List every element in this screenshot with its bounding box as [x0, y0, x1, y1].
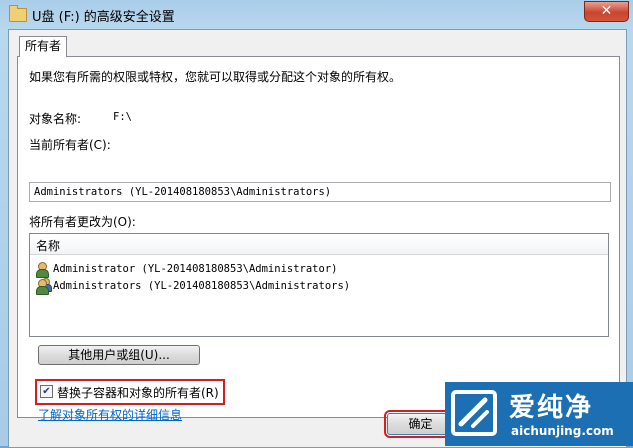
column-name-header: 名称	[36, 239, 61, 253]
intro-text: 如果您有所需的权限或特权，您就可以取得或分配这个对象的所有权。	[29, 70, 402, 84]
owner-list[interactable]: 名称 Administrator (YL-201408180853\Admini…	[29, 233, 609, 337]
list-item-label: Administrator (YL-201408180853\Administr…	[53, 263, 338, 275]
object-name-label: 对象名称:	[29, 112, 82, 126]
watermark-text: 爱纯净	[509, 393, 594, 423]
object-name-value: F:\	[113, 111, 132, 123]
user-icon	[34, 261, 50, 278]
watermark-logo: 爱纯净 aichunjing.com	[445, 382, 633, 446]
tab-owner[interactable]: 所有者	[19, 36, 67, 57]
folder-icon	[9, 5, 27, 22]
change-owner-label: 将所有者更改为(O):	[29, 215, 136, 229]
learn-ownership-link[interactable]: 了解对象所有权的详细信息	[38, 406, 182, 423]
current-owner-field[interactable]: Administrators (YL-201408180853\Administ…	[29, 182, 611, 202]
group-icon	[34, 278, 52, 295]
current-owner-label: 当前所有者(C):	[29, 138, 111, 152]
replace-owner-label[interactable]: 替换子容器和对象的所有者(R)	[57, 384, 219, 401]
security-settings-window: U盘 (F:) 的高级安全设置 ✕ 所有者 如果您有所需的权限或特权，您就可以取…	[0, 0, 633, 448]
logo-mark-icon	[451, 390, 497, 436]
watermark-url: aichunjing.com	[511, 424, 614, 438]
ok-button[interactable]: 确定	[384, 410, 457, 438]
replace-owner-checkbox[interactable]: ✔	[40, 385, 53, 398]
title-bar[interactable]: U盘 (F:) 的高级安全设置 ✕	[0, 0, 633, 28]
window-title: U盘 (F:) 的高级安全设置	[32, 10, 175, 25]
replace-owner-option[interactable]: ✔ 替换子容器和对象的所有者(R)	[35, 379, 225, 405]
owner-tab-page: 如果您有所需的权限或特权，您就可以取得或分配这个对象的所有权。 对象名称: F:…	[17, 56, 620, 422]
close-button[interactable]: ✕	[584, 1, 629, 22]
list-column-header[interactable]: 名称	[30, 234, 608, 255]
other-users-button[interactable]: 其他用户或组(U)...	[38, 345, 200, 365]
list-item-label: Administrators (YL-201408180853\Administ…	[53, 280, 351, 292]
